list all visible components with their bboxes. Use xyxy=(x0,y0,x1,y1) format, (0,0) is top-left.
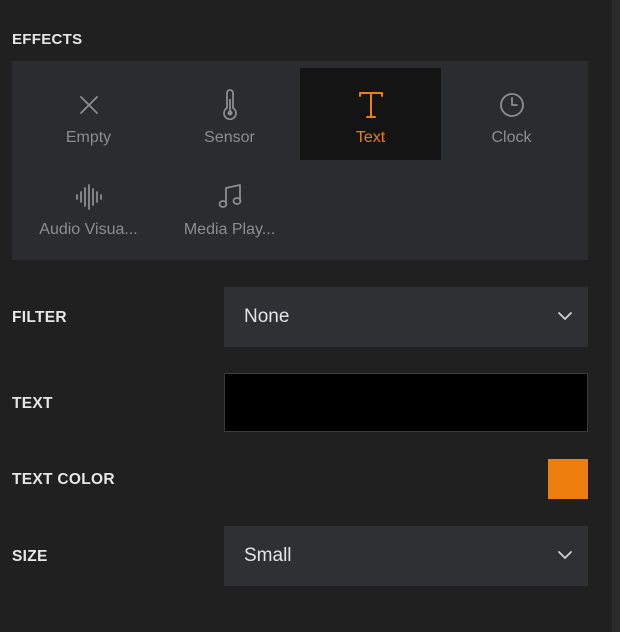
audio-waveform-icon xyxy=(74,182,104,212)
effect-tile-label: Audio Visua... xyxy=(39,221,138,238)
effect-tile-label: Empty xyxy=(65,129,112,146)
filter-label: FILTER xyxy=(12,309,67,326)
effect-tile-label: Sensor xyxy=(204,129,255,146)
size-dropdown[interactable]: Small xyxy=(224,526,588,586)
effect-tile-label: Media Play... xyxy=(183,221,276,238)
effect-tile-media-player[interactable]: Media Play... xyxy=(159,160,300,252)
effects-section-title: EFFECTS xyxy=(12,31,83,48)
close-icon xyxy=(74,90,104,120)
effect-tile-label: Clock xyxy=(491,129,532,146)
clock-icon xyxy=(497,90,527,120)
effect-tile-label: Text xyxy=(355,129,386,146)
size-selected-value: Small xyxy=(244,545,292,566)
effect-tile-audio-visualizer[interactable]: Audio Visua... xyxy=(18,160,159,252)
filter-selected-value: None xyxy=(244,306,290,327)
text-input[interactable] xyxy=(224,373,588,432)
text-color-swatch[interactable] xyxy=(548,459,588,499)
effect-tile-clock[interactable]: Clock xyxy=(441,68,582,160)
effects-grid: Empty Sensor Text Clock Audio Visua... M… xyxy=(12,61,588,260)
chevron-down-icon xyxy=(556,548,574,562)
effect-tile-sensor[interactable]: Sensor xyxy=(159,68,300,160)
text-icon xyxy=(356,90,386,120)
text-color-label: TEXT COLOR xyxy=(12,471,115,488)
effect-tile-text[interactable]: Text xyxy=(300,68,441,160)
effect-tile-empty[interactable]: Empty xyxy=(18,68,159,160)
size-label: SIZE xyxy=(12,548,48,565)
music-note-icon xyxy=(215,182,245,212)
filter-dropdown[interactable]: None xyxy=(224,287,588,347)
text-label: TEXT xyxy=(12,395,53,412)
chevron-down-icon xyxy=(556,309,574,323)
thermometer-icon xyxy=(215,89,245,121)
effects-settings-panel: EFFECTS Empty Sensor Text Clock Audio Vi… xyxy=(0,0,612,632)
scrollbar[interactable] xyxy=(612,0,620,632)
